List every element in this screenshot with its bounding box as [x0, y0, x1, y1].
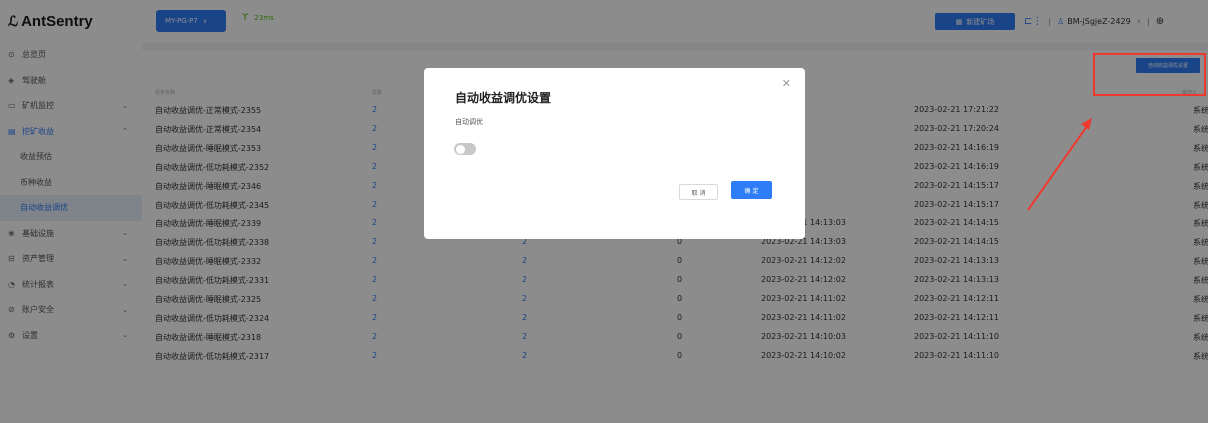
auto-tuning-label: 自动调优	[455, 118, 483, 126]
auto-tuning-settings-dialog: 自动收益调优设置 ✕ 自动调优 取 消 确 定	[424, 68, 805, 239]
cancel-label: 取 消	[691, 189, 706, 197]
modal-title: 自动收益调优设置	[455, 91, 552, 105]
annotation-highlight-box	[1093, 53, 1206, 96]
auto-tuning-toggle[interactable]	[454, 143, 476, 155]
confirm-label: 确 定	[744, 187, 759, 195]
close-icon[interactable]: ✕	[782, 77, 791, 90]
cancel-button[interactable]: 取 消	[679, 184, 718, 200]
annotation-arrow	[1027, 118, 1092, 211]
toggle-knob	[455, 144, 465, 154]
confirm-button[interactable]: 确 定	[731, 181, 772, 199]
